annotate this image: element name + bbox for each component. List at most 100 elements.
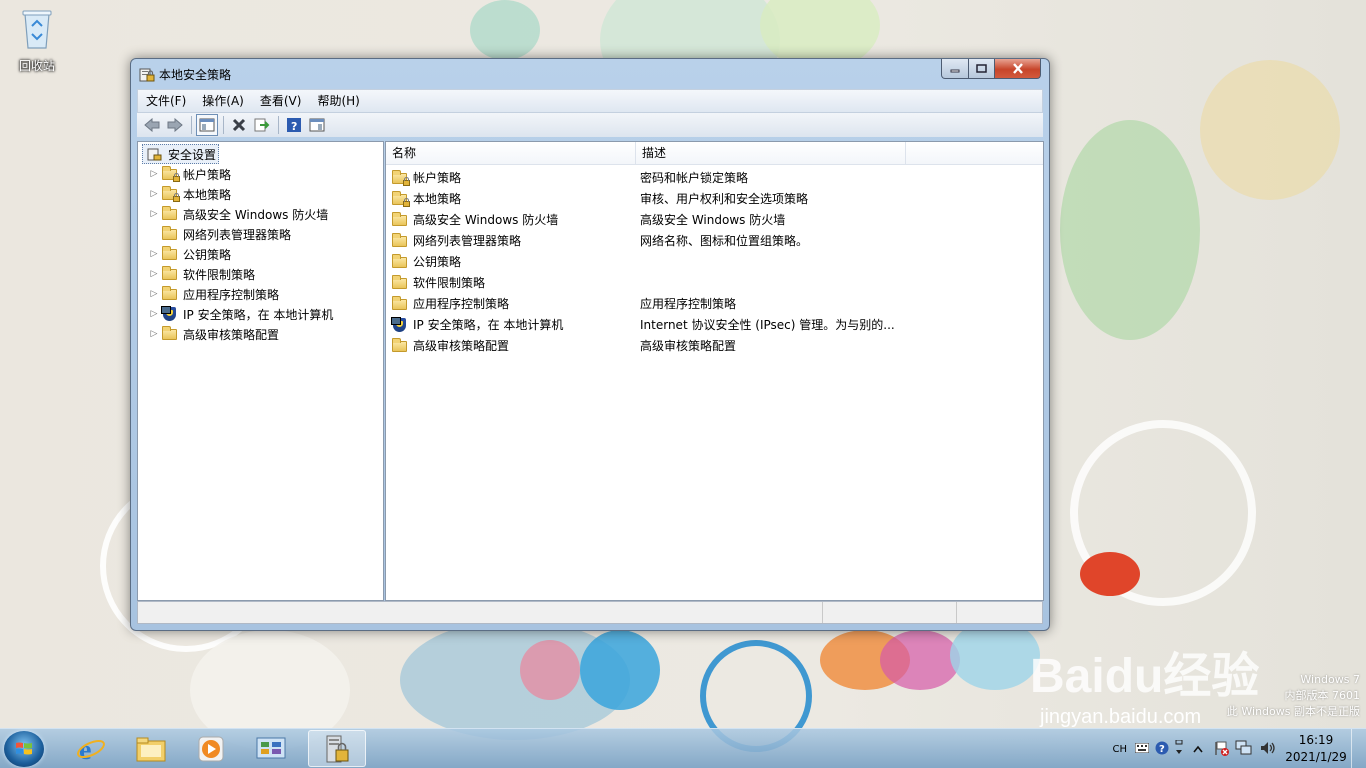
tree-root-security-settings[interactable]: 安全设置 bbox=[142, 144, 220, 164]
export-list-button[interactable] bbox=[251, 114, 273, 136]
list-item-description: 审核、用户权利和安全选项策略 bbox=[640, 192, 809, 206]
list-item[interactable]: 应用程序控制策略 应用程序控制策略 bbox=[386, 293, 736, 314]
list-item[interactable]: 网络列表管理器策略 网络名称、图标和位置组策略。 bbox=[386, 230, 808, 251]
folder-lock-icon bbox=[162, 186, 180, 202]
tree-item[interactable]: ▷ 应用程序控制策略 bbox=[148, 284, 279, 304]
action-pane-icon bbox=[309, 118, 325, 132]
back-button[interactable] bbox=[141, 114, 163, 136]
system-tray: CH ? 16:19 2021/1/29 bbox=[1112, 729, 1366, 768]
column-header-description[interactable]: 描述 bbox=[636, 142, 906, 164]
minimize-button[interactable] bbox=[941, 59, 969, 79]
recycle-bin-icon[interactable]: 回收站 bbox=[12, 8, 62, 74]
expand-arrow-icon[interactable]: ▷ bbox=[148, 289, 160, 299]
tree-item[interactable]: ▷ 帐户策略 bbox=[148, 164, 231, 184]
folder-lock-icon bbox=[392, 190, 410, 207]
tree-item[interactable]: ▷ 软件限制策略 bbox=[148, 264, 255, 284]
list-item-name: 帐户策略 bbox=[413, 171, 462, 185]
expand-arrow-icon[interactable]: ▷ bbox=[148, 169, 160, 179]
list-item[interactable]: IP 安全策略，在 本地计算机 Internet 协议安全性 (IPsec) 管理… bbox=[386, 314, 895, 335]
menu-action[interactable]: 操作(A) bbox=[194, 91, 252, 111]
expand-arrow-icon[interactable]: ▷ bbox=[148, 269, 160, 279]
show-hidden-icons-icon[interactable] bbox=[1193, 742, 1203, 756]
taskbar-internet-explorer[interactable]: e bbox=[64, 730, 118, 767]
input-language-indicator[interactable]: CH bbox=[1112, 744, 1127, 755]
help-icon: ? bbox=[287, 118, 301, 132]
folder-icon bbox=[392, 253, 408, 269]
taskbar-control-panel[interactable] bbox=[244, 730, 298, 767]
list-item[interactable]: 高级安全 Windows 防火墙 高级安全 Windows 防火墙 bbox=[386, 209, 785, 230]
tree-item-label: 高级审核策略配置 bbox=[183, 327, 280, 342]
list-item[interactable]: 软件限制策略 bbox=[386, 272, 640, 293]
column-header-name[interactable]: 名称 bbox=[386, 142, 636, 164]
list-item-description: 密码和帐户锁定策略 bbox=[640, 171, 749, 185]
folder-icon bbox=[392, 232, 408, 248]
folder-icon bbox=[162, 326, 178, 341]
tree-item[interactable]: 网络列表管理器策略 bbox=[160, 224, 291, 244]
status-cell bbox=[138, 602, 823, 623]
expand-arrow-icon[interactable]: ▷ bbox=[148, 189, 160, 199]
start-button[interactable] bbox=[4, 731, 44, 767]
status-cell bbox=[823, 602, 957, 623]
list-header: 名称 描述 bbox=[386, 142, 1043, 165]
list-item-name: 软件限制策略 bbox=[413, 276, 486, 290]
toolbar-separator bbox=[191, 116, 192, 134]
recycle-bin-label: 回收站 bbox=[18, 59, 55, 73]
back-arrow-icon bbox=[144, 118, 160, 132]
status-bar bbox=[137, 601, 1043, 624]
details-list-pane: 名称 描述 帐户策略 密码和帐户锁定策略本地策略 审核、用户权利和安全选项策略高级安… bbox=[385, 141, 1044, 601]
close-icon bbox=[1012, 63, 1023, 74]
tree-item[interactable]: ▷ 公钥策略 bbox=[148, 244, 231, 264]
taskbar-file-explorer[interactable] bbox=[124, 730, 178, 767]
title-bar[interactable]: 本地安全策略 bbox=[131, 59, 1049, 87]
show-desktop-button[interactable] bbox=[1351, 729, 1366, 768]
list-item-name: 高级安全 Windows 防火墙 bbox=[413, 213, 559, 227]
volume-icon[interactable] bbox=[1259, 740, 1277, 759]
folder-lock-icon bbox=[162, 166, 180, 182]
close-button[interactable] bbox=[995, 59, 1041, 79]
action-center-flag-icon[interactable] bbox=[1213, 740, 1229, 759]
show-hide-console-tree-button[interactable] bbox=[196, 114, 218, 136]
clock-time: 16:19 bbox=[1298, 733, 1334, 747]
tree-item-label: 网络列表管理器策略 bbox=[183, 227, 292, 242]
clock[interactable]: 16:19 2021/1/29 bbox=[1281, 732, 1351, 766]
folder-icon bbox=[162, 206, 178, 221]
options-icon[interactable] bbox=[1175, 739, 1183, 758]
taskbar-media-player[interactable] bbox=[184, 730, 238, 767]
delete-button[interactable] bbox=[228, 114, 250, 136]
keyboard-icon[interactable] bbox=[1134, 742, 1150, 756]
expand-arrow-icon[interactable]: ▷ bbox=[148, 209, 160, 219]
menu-view[interactable]: 查看(V) bbox=[252, 91, 310, 111]
menu-file[interactable]: 文件(F) bbox=[138, 91, 194, 111]
control-panel-icon bbox=[256, 737, 286, 758]
network-icon[interactable] bbox=[1235, 740, 1253, 759]
tree-item[interactable]: ▷ IP 安全策略，在 本地计算机 bbox=[148, 304, 333, 324]
list-item-description: Internet 协议安全性 (IPsec) 管理。为与别的... bbox=[640, 318, 895, 332]
forward-button[interactable] bbox=[164, 114, 186, 136]
taskbar-local-security-policy[interactable] bbox=[308, 730, 366, 767]
expand-arrow-icon[interactable]: ▷ bbox=[148, 329, 160, 339]
folder-icon bbox=[392, 211, 408, 227]
toolbar-separator bbox=[223, 116, 224, 134]
list-item[interactable]: 本地策略 审核、用户权利和安全选项策略 bbox=[386, 188, 808, 209]
help-icon[interactable]: ? bbox=[1155, 741, 1169, 758]
svg-text:?: ? bbox=[291, 120, 297, 132]
list-item[interactable]: 帐户策略 密码和帐户锁定策略 bbox=[386, 167, 748, 188]
list-item-name: 本地策略 bbox=[413, 192, 462, 206]
folder-icon bbox=[162, 286, 178, 301]
tree-item[interactable]: ▷ 高级安全 Windows 防火墙 bbox=[148, 204, 328, 224]
console-tree-pane: 安全设置 ▷ 帐户策略 ▷ 本地策略 ▷ 高级安全 Windows 防火墙网络列表管理器策… bbox=[137, 141, 384, 601]
ip-security-icon bbox=[161, 306, 178, 321]
expand-arrow-icon[interactable]: ▷ bbox=[148, 309, 160, 319]
menu-help[interactable]: 帮助(H) bbox=[309, 91, 367, 111]
tree-item[interactable]: ▷ 本地策略 bbox=[148, 184, 231, 204]
forward-arrow-icon bbox=[167, 118, 183, 132]
taskbar: e CH ? 16:19 2021/1/29 bbox=[0, 728, 1366, 768]
list-item-name: 高级审核策略配置 bbox=[413, 339, 510, 353]
list-item[interactable]: 公钥策略 bbox=[386, 251, 640, 272]
maximize-button[interactable] bbox=[969, 59, 995, 79]
tree-item[interactable]: ▷ 高级审核策略配置 bbox=[148, 324, 279, 344]
show-hide-action-pane-button[interactable] bbox=[306, 114, 328, 136]
list-item[interactable]: 高级审核策略配置 高级审核策略配置 bbox=[386, 335, 736, 356]
expand-arrow-icon[interactable]: ▷ bbox=[148, 249, 160, 259]
help-button[interactable]: ? bbox=[283, 114, 305, 136]
